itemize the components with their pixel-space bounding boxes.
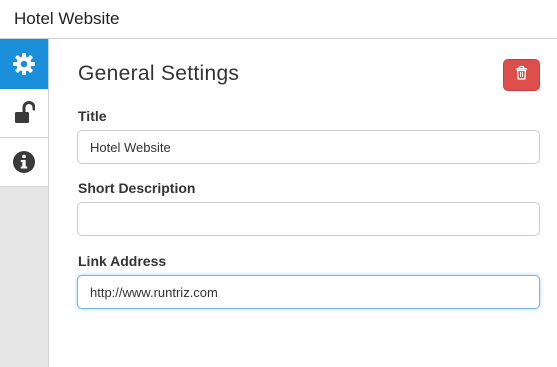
title-input[interactable]	[77, 130, 540, 164]
short-description-input[interactable]	[77, 202, 540, 236]
link-address-input[interactable]	[77, 275, 540, 309]
app-header: Hotel Website	[0, 0, 557, 39]
sidebar-item-general-settings[interactable]	[0, 39, 48, 89]
trash-icon	[515, 65, 528, 85]
short-description-label: Short Description	[78, 180, 196, 196]
sidebar-item-permissions[interactable]	[0, 89, 48, 138]
title-label: Title	[78, 108, 107, 124]
sidebar-item-info[interactable]	[0, 138, 48, 187]
panel-title: General Settings	[78, 62, 240, 85]
unlock-icon	[13, 101, 35, 125]
link-address-label: Link Address	[78, 253, 167, 269]
info-icon	[12, 150, 36, 174]
delete-button[interactable]	[503, 59, 540, 91]
app-title: Hotel Website	[14, 9, 120, 28]
sidebar	[0, 39, 49, 367]
gear-icon	[12, 52, 36, 76]
